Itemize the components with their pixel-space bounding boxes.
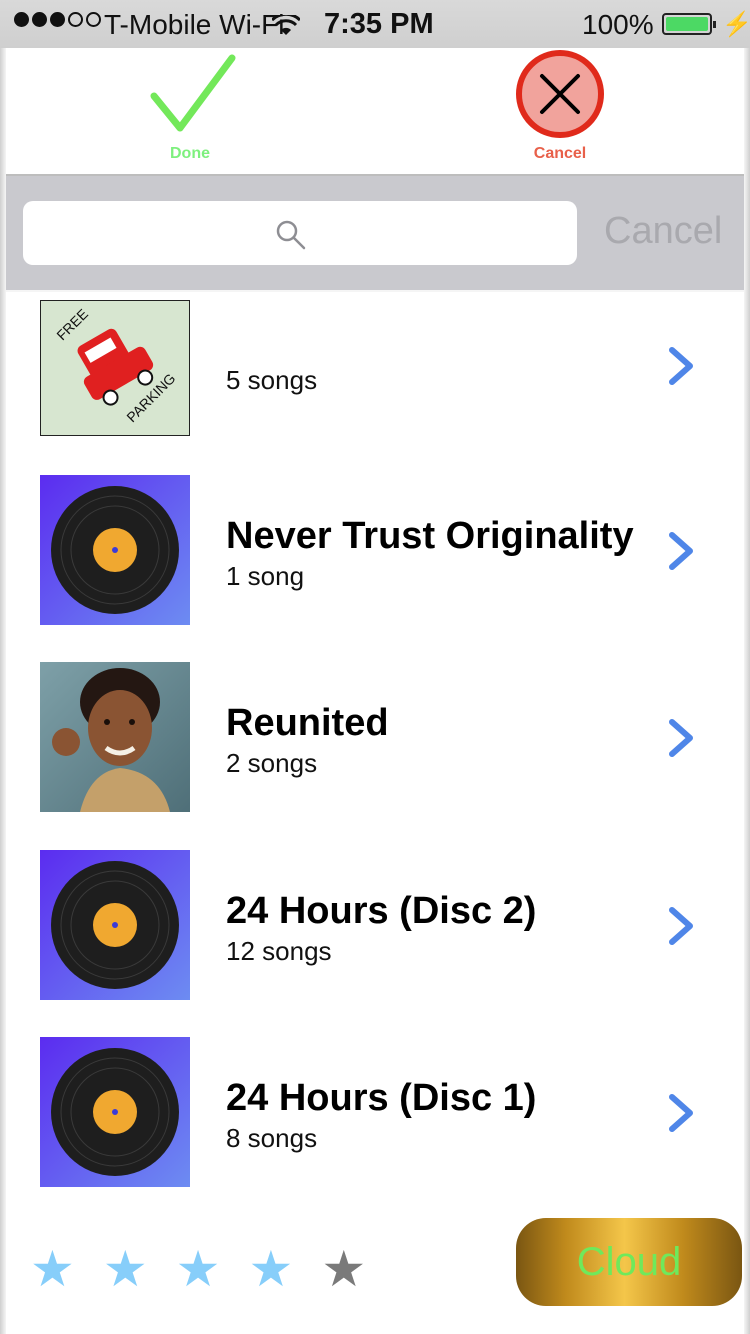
- charging-bolt-icon: ⚡: [722, 11, 750, 38]
- cloud-button[interactable]: Cloud: [516, 1218, 742, 1306]
- star-icon[interactable]: ★: [103, 1244, 148, 1294]
- signal-strength-icon: [14, 12, 101, 27]
- action-bar: Done Cancel: [6, 48, 744, 176]
- done-button[interactable]: Done: [120, 48, 260, 174]
- clock: 7:35 PM: [324, 8, 434, 40]
- album-song-count: 1 song: [226, 561, 305, 591]
- chevron-right-icon: [666, 718, 696, 758]
- list-item[interactable]: 24 Hours (Disc 2) 12 songs: [6, 820, 744, 1007]
- album-song-count: 8 songs: [226, 1123, 318, 1153]
- svg-text:FREE: FREE: [53, 306, 91, 344]
- close-icon: [516, 50, 604, 138]
- search-cancel-button[interactable]: Cancel: [604, 210, 722, 253]
- album-song-count: 12 songs: [226, 936, 332, 966]
- album-song-count: 5 songs: [226, 365, 318, 395]
- search-input[interactable]: [23, 201, 577, 265]
- screen: T-Mobile Wi-Fi 7:35 PM 100% ⚡ Done Cance…: [0, 0, 750, 1334]
- done-label: Done: [170, 145, 210, 162]
- album-art-vinyl: [40, 1037, 190, 1187]
- album-art-vinyl: [40, 850, 190, 1000]
- album-art-photo: [40, 662, 190, 812]
- star-icon[interactable]: ★: [248, 1244, 293, 1294]
- search-bar: Cancel: [6, 176, 744, 290]
- chevron-right-icon: [666, 346, 696, 386]
- list-item[interactable]: Never Trust Originality 1 song: [6, 445, 744, 632]
- album-art-vinyl: [40, 475, 190, 625]
- list-item[interactable]: FREE PARKING 5 songs: [6, 292, 744, 445]
- battery-percent: 100%: [582, 9, 654, 40]
- carrier-name: T-Mobile Wi-Fi: [104, 9, 285, 40]
- battery-icon: [662, 13, 716, 35]
- chevron-right-icon: [666, 1093, 696, 1133]
- cancel-action-button[interactable]: Cancel: [490, 48, 630, 174]
- album-list: FREE PARKING 5 songs Never Trust Origina…: [6, 292, 744, 1192]
- status-bar: T-Mobile Wi-Fi 7:35 PM 100% ⚡: [0, 0, 750, 48]
- star-rating: ★ ★ ★ ★ ★: [30, 1244, 366, 1294]
- chevron-right-icon: [666, 531, 696, 571]
- album-song-count: 2 songs: [226, 748, 318, 778]
- album-title: 24 Hours (Disc 1): [226, 1077, 537, 1119]
- list-item[interactable]: Reunited 2 songs: [6, 632, 744, 819]
- bottom-bar: ★ ★ ★ ★ ★ Cloud: [6, 1192, 744, 1334]
- wifi-icon: [270, 12, 302, 44]
- chevron-right-icon: [666, 906, 696, 946]
- star-icon[interactable]: ★: [30, 1244, 75, 1294]
- album-title: Reunited: [226, 702, 389, 744]
- star-icon[interactable]: ★: [176, 1244, 221, 1294]
- search-field: [23, 201, 577, 265]
- cancel-label: Cancel: [533, 145, 587, 162]
- list-item[interactable]: 24 Hours (Disc 1) 8 songs: [6, 1007, 744, 1192]
- album-title: 24 Hours (Disc 2): [226, 890, 537, 932]
- album-title: Never Trust Originality: [226, 515, 634, 557]
- album-art-free-parking: FREE PARKING: [40, 300, 190, 436]
- star-icon[interactable]: ★: [321, 1244, 366, 1294]
